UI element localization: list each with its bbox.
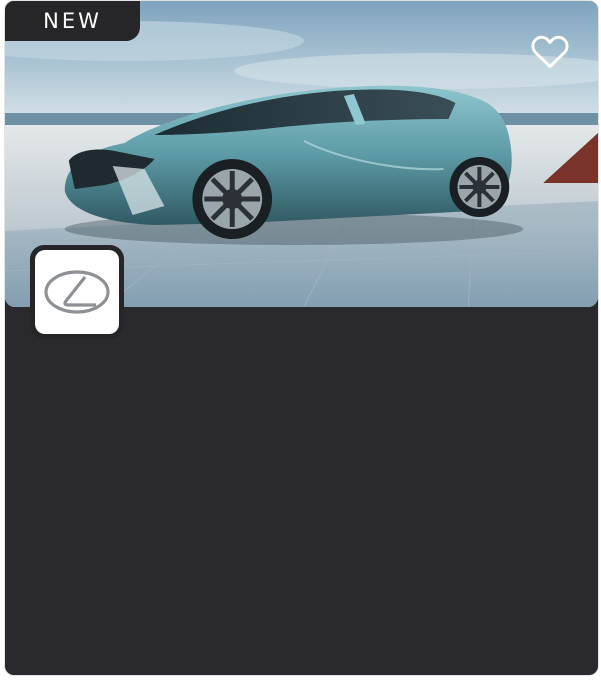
heart-outline-icon [531,35,569,69]
card-body [5,307,598,675]
new-badge: NEW [5,1,140,41]
new-badge-label: NEW [43,9,102,33]
favorite-button[interactable] [528,29,572,73]
listing-card[interactable]: NEW [4,0,599,676]
